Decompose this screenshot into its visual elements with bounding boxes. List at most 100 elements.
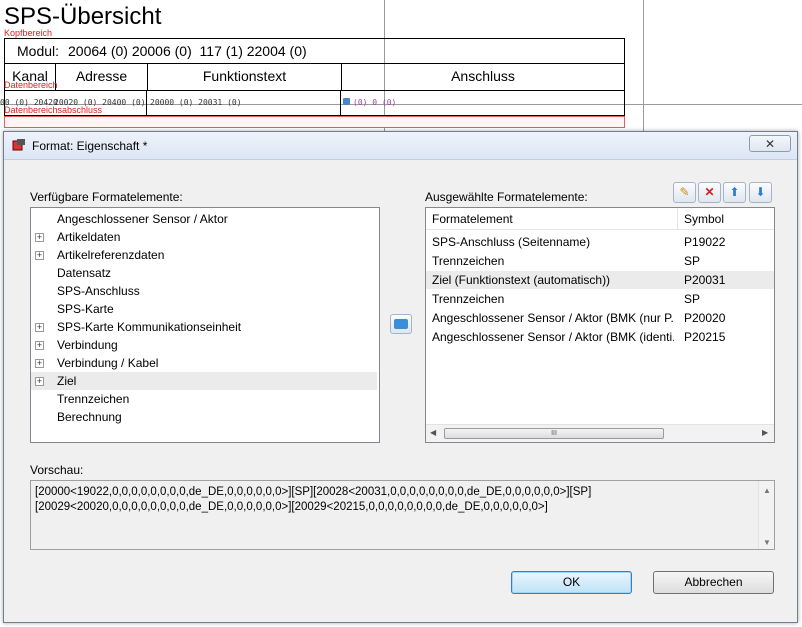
row-symbol: P20020 — [684, 311, 726, 325]
table-row[interactable]: Angeschlossener Sensor / Aktor (BMK (ide… — [426, 328, 774, 346]
modul-label: Modul: — [17, 43, 60, 59]
row-symbol: P20215 — [684, 330, 726, 344]
dialog-titlebar[interactable]: Format: Eigenschaft * ✕ — [4, 132, 797, 160]
expand-icon[interactable]: + — [35, 359, 44, 368]
available-item[interactable]: Berechnung — [31, 408, 377, 426]
data-row-divider-1 — [146, 91, 147, 115]
page-guide-vertical-2 — [643, 0, 644, 131]
arrow-right-icon — [394, 319, 408, 329]
table-row[interactable]: Ziel (Funktionstext (automatisch)) P20031 — [426, 271, 774, 289]
row-symbol: SP — [684, 292, 701, 306]
scrollbar-thumb[interactable]: III — [444, 428, 664, 439]
available-item-label: Verbindung — [57, 338, 118, 352]
available-item[interactable]: + Ziel — [31, 372, 377, 390]
available-item[interactable]: + Verbindung — [31, 336, 377, 354]
scroll-left-icon[interactable]: ◀ — [430, 428, 436, 437]
horizontal-scrollbar[interactable]: ◀ III ▶ — [426, 424, 774, 442]
column-header-row: Kanal Adresse Funktionstext Anschluss — [4, 63, 625, 91]
section-label-data-end: Datenbereichsabschluss — [4, 105, 103, 115]
available-item-label: Artikelreferenzdaten — [57, 248, 165, 262]
expand-icon[interactable]: + — [35, 377, 44, 386]
arrow-up-icon: ⬆ — [729, 185, 740, 199]
table-header-symbol[interactable]: Symbol — [678, 208, 774, 230]
data-row-text-3: 20000 (0) 20031 (0) — [150, 98, 242, 107]
available-item-label: SPS-Karte — [57, 302, 114, 316]
row-element: Ziel (Funktionstext (automatisch)) — [432, 273, 611, 287]
move-up-button[interactable]: ⬆ — [723, 182, 746, 203]
available-item-label: SPS-Anschluss — [57, 284, 140, 298]
available-item[interactable]: + Artikelreferenzdaten — [31, 246, 377, 264]
section-label-data: Datenbereich — [4, 80, 58, 90]
report-title: SPS-Übersicht — [4, 3, 162, 30]
available-item[interactable]: + SPS-Karte Kommunikationseinheit — [31, 318, 377, 336]
expand-icon[interactable]: + — [35, 341, 44, 350]
preview-line-2: [20029<20020,0,0,0,0,0,0,0,0,de_DE,0,0,0… — [35, 501, 548, 513]
selected-elements-table[interactable]: Formatelement Symbol SPS-Anschluss (Seit… — [425, 207, 775, 443]
scroll-down-icon[interactable]: ▼ — [763, 535, 771, 550]
expand-icon[interactable]: + — [35, 251, 44, 260]
preview-scrollbar[interactable]: ▲ ▼ — [758, 481, 774, 549]
row-symbol: P19022 — [684, 235, 726, 249]
data-end-band — [4, 116, 625, 128]
edit-button[interactable]: ✎ — [673, 182, 696, 203]
modul-row: Modul: 20064 (0) 20006 (0) 117 (1) 22004… — [4, 38, 625, 64]
column-header-anschluss: Anschluss — [341, 64, 624, 90]
row-symbol: SP — [684, 254, 701, 268]
modul-values: 20064 (0) 20006 (0) 117 (1) 22004 (0) — [68, 43, 307, 59]
available-item[interactable]: SPS-Anschluss — [31, 282, 377, 300]
scroll-right-icon[interactable]: ▶ — [762, 428, 768, 437]
available-item[interactable]: Angeschlossener Sensor / Aktor — [31, 210, 377, 228]
column-header-funktionstext: Funktionstext — [147, 64, 341, 90]
available-item-label: Ziel — [57, 374, 77, 388]
scroll-up-icon[interactable]: ▲ — [763, 483, 771, 498]
available-item-label: Trennzeichen — [57, 392, 130, 406]
preview-line-1: [20000<19022,0,0,0,0,0,0,0,0,de_DE,0,0,0… — [35, 486, 592, 498]
available-item-label: Berechnung — [57, 410, 122, 424]
table-row[interactable]: Trennzeichen SP — [426, 290, 774, 308]
data-row-text-4: (0) 0 (0) — [353, 98, 397, 107]
expand-icon[interactable]: + — [35, 233, 44, 242]
table-row[interactable]: SPS-Anschluss (Seitenname) P19022 — [426, 233, 774, 251]
close-button[interactable]: ✕ — [749, 135, 791, 152]
format-dialog: Format: Eigenschaft * ✕ Verfügbare Forma… — [3, 131, 798, 623]
row-symbol: P20031 — [684, 273, 726, 287]
row-element: Angeschlossener Sensor / Aktor (BMK (nur… — [432, 311, 674, 325]
available-item-label: SPS-Karte Kommunikationseinheit — [57, 320, 242, 334]
ok-button[interactable]: OK — [511, 571, 632, 594]
available-item-label: Artikeldaten — [57, 230, 121, 244]
delete-icon: ✕ — [704, 185, 715, 199]
close-icon: ✕ — [764, 137, 776, 151]
selected-label: Ausgewählte Formatelemente: — [425, 190, 588, 204]
move-down-button[interactable]: ⬇ — [749, 182, 772, 203]
column-header-adresse: Adresse — [55, 64, 147, 90]
available-label: Verfügbare Formatelemente: — [30, 190, 183, 204]
preview-box[interactable]: [20000<19022,0,0,0,0,0,0,0,0,de_DE,0,0,0… — [30, 480, 775, 550]
available-item[interactable]: + Artikeldaten — [31, 228, 377, 246]
available-item[interactable]: SPS-Karte — [31, 300, 377, 318]
dialog-app-icon — [12, 138, 26, 152]
section-label-header: Kopfbereich — [4, 28, 53, 38]
preview-label: Vorschau: — [30, 463, 84, 477]
delete-button[interactable]: ✕ — [698, 182, 721, 203]
row-element: SPS-Anschluss (Seitenname) — [432, 235, 591, 249]
row-element: Trennzeichen — [432, 254, 505, 268]
available-item-label: Datensatz — [57, 266, 112, 280]
table-row[interactable]: Angeschlossener Sensor / Aktor (BMK (nur… — [426, 309, 774, 327]
available-item[interactable]: Trennzeichen — [31, 390, 377, 408]
available-elements-list[interactable]: Angeschlossener Sensor / Aktor + Artikelda… — [30, 207, 380, 443]
available-item[interactable]: + Verbindung / Kabel — [31, 354, 377, 372]
pencil-icon: ✎ — [679, 185, 690, 199]
cancel-button[interactable]: Abbrechen — [653, 571, 774, 594]
table-header-element[interactable]: Formatelement — [426, 208, 678, 230]
dialog-title: Format: Eigenschaft * — [32, 139, 148, 153]
add-element-button[interactable] — [390, 314, 412, 334]
row-element: Trennzeichen — [432, 292, 505, 306]
available-item[interactable]: Datensatz — [31, 264, 377, 282]
row-element: Angeschlossener Sensor / Aktor (BMK (ide… — [432, 330, 674, 344]
table-row[interactable]: Trennzeichen SP — [426, 252, 774, 270]
expand-icon[interactable]: + — [35, 323, 44, 332]
data-row-divider-2 — [340, 91, 341, 115]
arrow-down-icon: ⬇ — [755, 185, 766, 199]
available-item-label: Verbindung / Kabel — [57, 356, 159, 370]
connection-icon — [343, 98, 350, 105]
